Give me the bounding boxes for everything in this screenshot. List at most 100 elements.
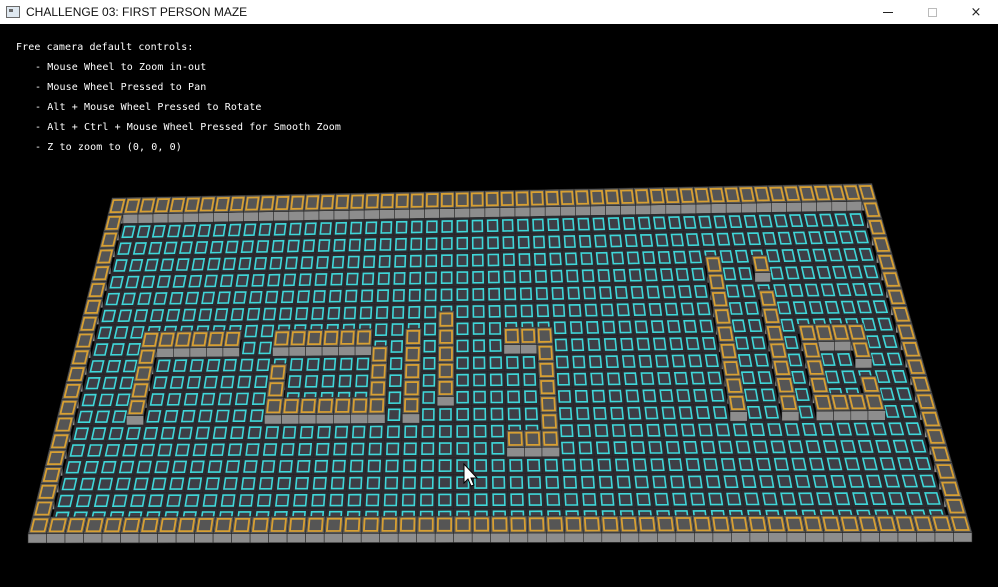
floor-tile [506, 356, 519, 369]
floor-tile [346, 272, 359, 286]
floor-tile [801, 422, 818, 436]
floor-tile [613, 268, 626, 282]
floor-tile [244, 324, 259, 338]
floor-tile [646, 285, 660, 299]
floor-tile [105, 292, 121, 306]
wall-tile [693, 516, 711, 532]
wall-face [64, 533, 84, 544]
floor-tile [735, 440, 751, 454]
floor-tile [473, 373, 486, 387]
wall-tile [406, 329, 421, 345]
floor-tile [624, 234, 638, 248]
floor-tile [777, 231, 792, 245]
floor-tile [421, 442, 435, 456]
wall-tile [381, 517, 398, 532]
floor-tile [623, 372, 638, 386]
wall-tile [619, 189, 635, 204]
floor-tile [614, 286, 628, 299]
floor-tile [787, 440, 804, 454]
floor-tile [576, 407, 590, 420]
wall-tile [657, 517, 675, 532]
floor-tile [490, 424, 504, 438]
wall-tile [861, 377, 879, 392]
floor-tile [343, 306, 357, 320]
floor-tile [87, 444, 103, 457]
floor-tile [611, 251, 625, 265]
wall-tile [470, 192, 484, 207]
floor-tile [93, 494, 110, 508]
maze-scene[interactable] [0, 24, 998, 587]
floor-tile [578, 441, 593, 455]
floor-tile [891, 369, 908, 383]
floor-tile [422, 374, 436, 387]
close-button[interactable]: × [954, 0, 998, 24]
floor-tile [365, 493, 380, 507]
floor-tile [473, 407, 487, 421]
floor-tile [753, 440, 769, 454]
floor-tile [156, 275, 171, 288]
floor-tile [205, 477, 220, 490]
floor-tile [627, 406, 642, 420]
wall-face [846, 200, 863, 212]
floor-tile [741, 475, 757, 489]
floor-tile [374, 323, 388, 337]
floor-tile [636, 337, 651, 351]
floor-tile [822, 440, 839, 454]
wall-tile [730, 516, 748, 532]
floor-tile [713, 215, 728, 229]
floor-tile [703, 458, 719, 471]
wall-face [156, 347, 174, 358]
floor-tile [798, 405, 814, 419]
floor-tile [264, 290, 279, 304]
wall-tile [199, 197, 215, 212]
floor-tile [655, 233, 669, 247]
floor-tile [732, 423, 748, 437]
floor-tile [823, 230, 839, 244]
wall-tile [541, 414, 557, 429]
floor-tile [731, 232, 746, 246]
floor-tile [409, 254, 422, 268]
maximize-button[interactable] [910, 0, 954, 24]
floor-tile [235, 274, 250, 287]
floor-tile [586, 320, 600, 334]
floor-tile [264, 426, 280, 439]
floor-tile [519, 270, 532, 284]
wall-tile [868, 219, 886, 235]
floor-tile [648, 302, 663, 316]
wall-tile [92, 266, 110, 281]
floor-tile [592, 217, 606, 231]
floor-tile [111, 494, 128, 508]
floor-tile [832, 265, 847, 279]
wall-tile [504, 328, 519, 344]
wall-tile [753, 256, 770, 272]
wall-tile [88, 282, 106, 298]
wall-tile [405, 363, 420, 379]
floor-tile [636, 492, 651, 506]
wall-face [842, 532, 862, 543]
wall-tile [822, 516, 841, 532]
floor-tile [757, 371, 773, 385]
wall-tile [634, 189, 650, 204]
floor-tile [222, 477, 238, 490]
floor-tile [726, 492, 742, 506]
3d-viewport[interactable]: Free camera default controls: - Mouse Wh… [0, 24, 998, 587]
wall-tile [270, 517, 287, 532]
floor-tile [673, 250, 687, 264]
wall-face [231, 533, 251, 544]
wall-face [879, 532, 899, 543]
wall-face [508, 532, 529, 543]
floor-tile [456, 305, 469, 319]
floor-tile [321, 374, 335, 388]
floor-tile [743, 214, 758, 228]
wall-tile [921, 411, 941, 427]
floor-tile [582, 493, 597, 506]
wall-tile [71, 350, 89, 365]
floor-tile [349, 459, 364, 473]
minimize-button[interactable] [866, 0, 910, 24]
wall-tile [542, 431, 558, 446]
wall-tile [565, 517, 582, 532]
floor-tile [327, 306, 341, 320]
floor-tile [819, 213, 834, 227]
floor-tile [547, 218, 560, 232]
title-bar[interactable]: CHALLENGE 03: FIRST PERSON MAZE × [0, 0, 998, 24]
